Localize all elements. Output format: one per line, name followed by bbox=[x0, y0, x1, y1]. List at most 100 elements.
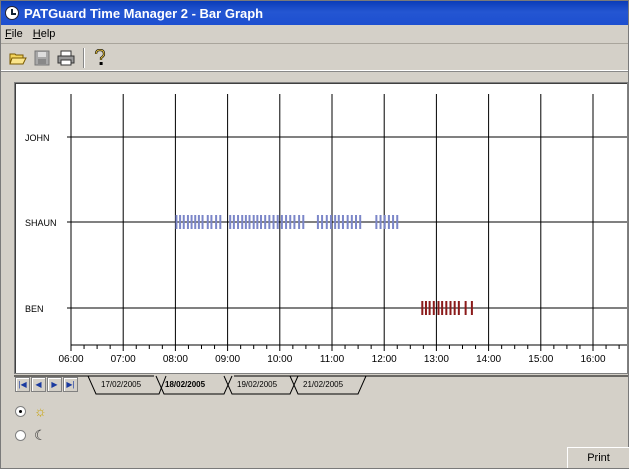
event-mark-shaun bbox=[396, 215, 399, 229]
event-mark-shaun bbox=[244, 215, 247, 229]
event-mark-shaun bbox=[337, 215, 340, 229]
clock-icon bbox=[5, 6, 19, 20]
event-mark-shaun bbox=[293, 215, 296, 229]
moon-icon: ☾ bbox=[34, 427, 47, 443]
event-mark-ben bbox=[445, 301, 448, 315]
event-mark-shaun bbox=[252, 215, 255, 229]
event-mark-shaun bbox=[379, 215, 382, 229]
date-tabstrip: |◀ ◀ ▶ ▶| 17/02/2005 18/02/2005 19/02/20… bbox=[14, 375, 628, 397]
event-mark-ben bbox=[437, 301, 440, 315]
sun-icon: ☼ bbox=[34, 403, 47, 419]
x-tick-label: 07:00 bbox=[111, 354, 136, 365]
x-tick-label: 06:00 bbox=[58, 354, 83, 365]
event-mark-ben bbox=[453, 301, 456, 315]
event-mark-shaun bbox=[229, 215, 232, 229]
event-mark-ben bbox=[424, 301, 427, 315]
category-label-shaun: SHAUN bbox=[25, 218, 57, 228]
event-mark-shaun bbox=[355, 215, 358, 229]
event-mark-ben bbox=[449, 301, 452, 315]
event-mark-shaun bbox=[285, 215, 288, 229]
event-mark-shaun bbox=[175, 215, 178, 229]
event-mark-shaun bbox=[392, 215, 395, 229]
save-icon bbox=[34, 50, 50, 65]
event-mark-shaun bbox=[268, 215, 271, 229]
event-mark-shaun bbox=[190, 215, 193, 229]
event-mark-shaun bbox=[375, 215, 378, 229]
event-mark-shaun bbox=[316, 215, 319, 229]
event-mark-shaun bbox=[334, 215, 337, 229]
day-shift-option[interactable]: ☼ bbox=[15, 404, 47, 418]
x-tick-label: 16:00 bbox=[580, 354, 605, 365]
x-tick-label: 11:00 bbox=[320, 354, 345, 365]
event-mark-shaun bbox=[232, 215, 235, 229]
event-mark-shaun bbox=[256, 215, 259, 229]
x-tick-label: 09:00 bbox=[215, 354, 240, 365]
print-icon bbox=[57, 50, 75, 65]
tab-21-02-2005[interactable]: 21/02/2005 bbox=[303, 380, 343, 389]
event-mark-shaun bbox=[298, 215, 301, 229]
menu-help[interactable]: Help bbox=[33, 28, 56, 40]
event-mark-shaun bbox=[264, 215, 267, 229]
event-mark-ben bbox=[432, 301, 435, 315]
open-folder-icon bbox=[9, 53, 27, 64]
event-mark-shaun bbox=[272, 215, 275, 229]
event-mark-shaun bbox=[197, 215, 200, 229]
x-tick-label: 15:00 bbox=[528, 354, 553, 365]
toolbar bbox=[1, 45, 628, 71]
tab-17-02-2005[interactable]: 17/02/2005 bbox=[101, 380, 141, 389]
event-mark-shaun bbox=[179, 215, 182, 229]
first-tab-button[interactable]: |◀ bbox=[15, 377, 30, 392]
prev-tab-button[interactable]: ◀ bbox=[31, 377, 46, 392]
day-shift-radio[interactable] bbox=[15, 405, 26, 417]
event-mark-shaun bbox=[341, 215, 344, 229]
night-shift-radio[interactable] bbox=[15, 429, 26, 441]
menu-file[interactable]: File bbox=[5, 28, 23, 40]
event-mark-shaun bbox=[219, 215, 222, 229]
event-mark-shaun bbox=[201, 215, 204, 229]
event-mark-shaun bbox=[346, 215, 349, 229]
event-mark-ben bbox=[428, 301, 431, 315]
app-window: PATGuard Time Manager 2 - Bar Graph File… bbox=[0, 0, 629, 469]
event-mark-shaun bbox=[210, 215, 213, 229]
bar-graph-panel: JOHN SHAUN BEN 06:00 07:00 08:00 09:00 10:00 11:… bbox=[14, 82, 628, 374]
save-button[interactable] bbox=[31, 47, 53, 69]
event-mark-shaun bbox=[321, 215, 324, 229]
event-mark-shaun bbox=[237, 215, 240, 229]
next-tab-button[interactable]: ▶ bbox=[47, 377, 62, 392]
title-bar[interactable]: PATGuard Time Manager 2 - Bar Graph bbox=[1, 1, 628, 25]
tab-19-02-2005[interactable]: 19/02/2005 bbox=[237, 380, 277, 389]
night-shift-option[interactable]: ☾ bbox=[15, 428, 47, 442]
x-tick-label: 13:00 bbox=[424, 354, 449, 365]
bar-graph-chart: JOHN SHAUN BEN 06:00 07:00 08:00 09:00 10:00 11:… bbox=[25, 94, 627, 365]
event-mark-shaun bbox=[182, 215, 185, 229]
x-tick-label: 08:00 bbox=[163, 354, 188, 365]
event-mark-ben bbox=[421, 301, 424, 315]
event-mark-shaun bbox=[186, 215, 189, 229]
print-toolbar-button[interactable] bbox=[55, 47, 77, 69]
event-mark-shaun bbox=[302, 215, 305, 229]
last-tab-button[interactable]: ▶| bbox=[63, 377, 78, 392]
event-mark-ben bbox=[457, 301, 460, 315]
event-mark-ben bbox=[441, 301, 444, 315]
event-mark-shaun bbox=[359, 215, 362, 229]
toolbar-separator bbox=[83, 47, 85, 68]
x-tick-label: 12:00 bbox=[372, 354, 397, 365]
event-mark-shaun bbox=[325, 215, 328, 229]
event-mark-shaun bbox=[383, 215, 386, 229]
event-mark-shaun bbox=[194, 215, 197, 229]
help-icon bbox=[94, 48, 106, 65]
event-mark-shaun bbox=[280, 215, 283, 229]
event-mark-shaun bbox=[241, 215, 244, 229]
menu-bar: File Help bbox=[1, 25, 628, 44]
help-button[interactable] bbox=[89, 47, 111, 69]
window-title: PATGuard Time Manager 2 - Bar Graph bbox=[24, 5, 264, 21]
x-tick-label: 14:00 bbox=[476, 354, 501, 365]
event-mark-shaun bbox=[260, 215, 263, 229]
tab-18-02-2005[interactable]: 18/02/2005 bbox=[165, 380, 205, 389]
open-button[interactable] bbox=[7, 47, 29, 69]
category-label-john: JOHN bbox=[25, 133, 50, 143]
event-mark-shaun bbox=[350, 215, 353, 229]
event-mark-shaun bbox=[248, 215, 251, 229]
event-mark-shaun bbox=[276, 215, 279, 229]
print-button[interactable]: Print bbox=[567, 447, 629, 468]
